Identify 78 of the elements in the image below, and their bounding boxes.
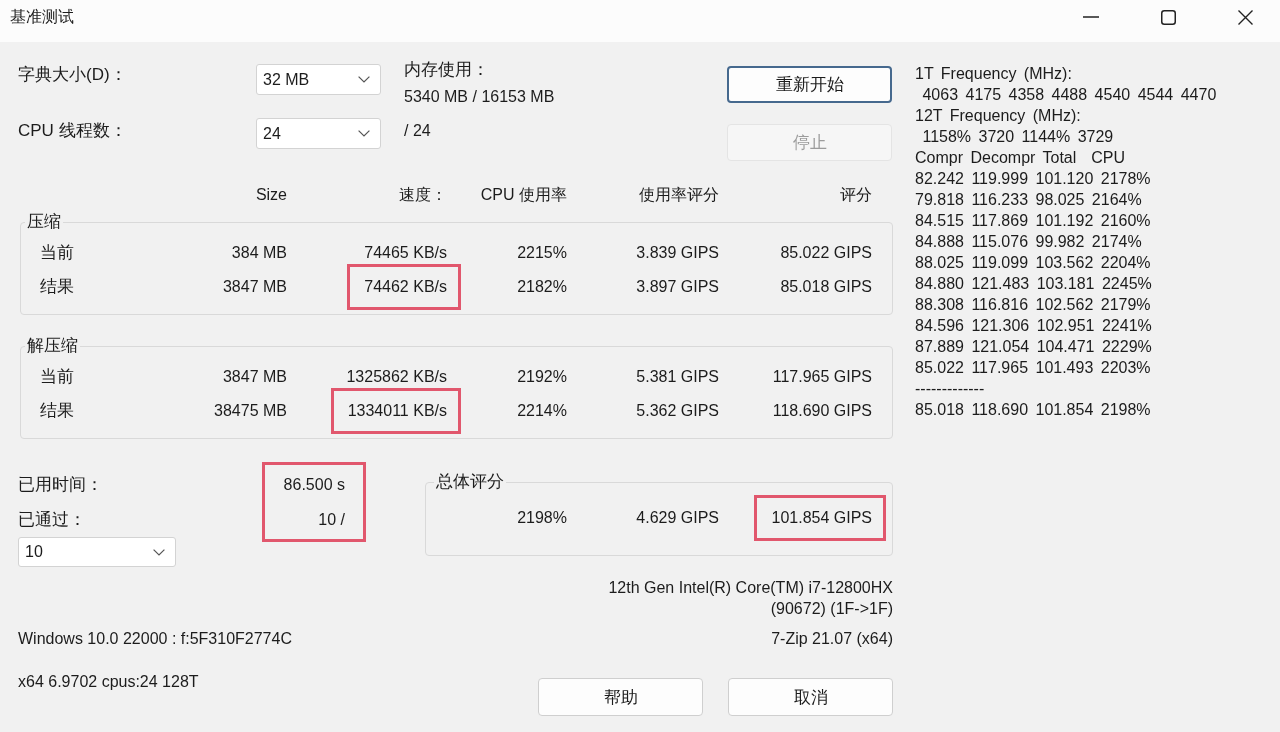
passes-value: 10 / bbox=[318, 510, 345, 530]
field-label: 已用时间： bbox=[18, 474, 103, 496]
os-info: Windows 10.0 22000 : f:5F310F2774C bbox=[18, 629, 292, 649]
field-label: 已通过： bbox=[18, 509, 86, 531]
row-label: 结果 bbox=[40, 400, 74, 422]
passes-dropdown[interactable]: 10 bbox=[18, 537, 176, 567]
group-title: 压缩 bbox=[26, 211, 62, 233]
log-line: ------------- bbox=[915, 379, 985, 399]
log-line: 87.889 121.054 104.471 2229% bbox=[915, 337, 1152, 357]
table-cell-text: 5.362 GIPS bbox=[636, 401, 719, 421]
thread-total: / 24 bbox=[403, 121, 431, 141]
table-cell-text: 1325862 KB/s bbox=[346, 367, 447, 387]
table-cell-text: 3.897 GIPS bbox=[636, 277, 719, 297]
log-line: 1T Frequency (MHz): bbox=[915, 64, 1072, 84]
table-cell-text: 4.629 GIPS bbox=[636, 508, 719, 528]
log-line: 12T Frequency (MHz): bbox=[915, 106, 1081, 126]
table-cell-text: 3.839 GIPS bbox=[636, 243, 719, 263]
column-header: 使用率评分 bbox=[639, 185, 719, 205]
chevron-down-icon bbox=[358, 130, 370, 137]
row-label: 结果 bbox=[40, 276, 74, 298]
cpu-info: 12th Gen Intel(R) Core(TM) i7-12800HX bbox=[608, 578, 893, 598]
system-info: x64 6.9702 cpus:24 128T bbox=[18, 672, 199, 692]
table-cell-text: 2192% bbox=[517, 367, 567, 387]
field-label: CPU 线程数： bbox=[18, 120, 127, 142]
table-cell: 1334011 KB/s bbox=[347, 402, 447, 419]
threads-dropdown[interactable]: 24 bbox=[256, 118, 381, 149]
log-line: 84.888 115.076 99.982 2174% bbox=[915, 232, 1142, 252]
cancel-button[interactable]: 取消 bbox=[728, 678, 893, 716]
table-cell: 101.854 GIPS bbox=[771, 509, 872, 526]
table-cell-text: 3847 MB bbox=[222, 367, 287, 387]
log-line: 88.025 119.099 103.562 2204% bbox=[915, 253, 1151, 273]
log-line: 85.018 118.690 101.854 2198% bbox=[915, 400, 1151, 420]
table-cell-text: 74465 KB/s bbox=[364, 243, 447, 263]
table-cell-text: 118.690 GIPS bbox=[772, 401, 872, 421]
log-line: 88.308 116.816 102.562 2179% bbox=[915, 295, 1151, 315]
group-title: 总体评分 bbox=[435, 471, 505, 493]
log-line: Compr Decompr Total CPU bbox=[915, 148, 1125, 168]
dictionary-dropdown[interactable]: 32 MB bbox=[256, 64, 381, 95]
column-header: 评分 bbox=[840, 185, 872, 205]
log-line: 84.515 117.869 101.192 2160% bbox=[915, 211, 1151, 231]
table-cell-text: 85.018 GIPS bbox=[780, 277, 872, 297]
column-header: Size bbox=[255, 185, 287, 205]
log-line: 82.242 119.999 101.120 2178% bbox=[915, 169, 1151, 189]
chevron-down-icon bbox=[153, 548, 165, 556]
table-cell-text: 117.965 GIPS bbox=[772, 367, 872, 387]
row-label: 当前 bbox=[40, 366, 74, 388]
column-header: 速度： bbox=[399, 185, 447, 205]
table-cell-text: 3847 MB bbox=[222, 277, 287, 297]
table-cell-text: 5.381 GIPS bbox=[636, 367, 719, 387]
column-header: CPU 使用率 bbox=[480, 185, 567, 205]
memory-label: 内存使用： bbox=[404, 59, 489, 81]
table-cell: 74462 KB/s bbox=[364, 278, 447, 295]
cpu-info: (90672) (1F->1F) bbox=[770, 599, 893, 619]
chevron-down-icon bbox=[358, 76, 370, 83]
log-line: 4063 4175 4358 4488 4540 4544 4470 bbox=[921, 85, 1217, 105]
log-line: 85.022 117.965 101.493 2203% bbox=[915, 358, 1151, 378]
table-cell-text: 384 MB bbox=[231, 243, 287, 263]
table-cell-text: 38475 MB bbox=[214, 401, 287, 421]
table-cell-text: 2214% bbox=[517, 401, 567, 421]
version-info: 7-Zip 21.07 (x64) bbox=[771, 629, 893, 649]
table-cell-text: 2198% bbox=[517, 508, 567, 528]
maximize-icon[interactable] bbox=[1161, 9, 1176, 25]
row-label: 当前 bbox=[40, 242, 74, 264]
group-title: 解压缩 bbox=[26, 335, 79, 357]
log-line: 79.818 116.233 98.025 2164% bbox=[915, 190, 1142, 210]
restart-button[interactable]: 重新开始 bbox=[727, 66, 892, 103]
window-title: 基准测试 bbox=[9, 7, 74, 27]
elapsed-value: 86.500 s bbox=[283, 475, 345, 495]
table-cell-text: 2215% bbox=[517, 243, 567, 263]
log-line: 1158% 3720 1144% 3729 bbox=[921, 127, 1114, 147]
log-line: 84.880 121.483 103.181 2245% bbox=[915, 274, 1152, 294]
table-cell-text: 2182% bbox=[517, 277, 567, 297]
table-cell-text: 85.022 GIPS bbox=[780, 243, 872, 263]
memory-value: 5340 MB / 16153 MB bbox=[404, 87, 555, 107]
close-icon[interactable] bbox=[1238, 9, 1253, 25]
help-button[interactable]: 帮助 bbox=[538, 678, 703, 716]
field-label: 字典大小(D)： bbox=[18, 64, 127, 86]
log-line: 84.596 121.306 102.951 2241% bbox=[915, 316, 1152, 336]
